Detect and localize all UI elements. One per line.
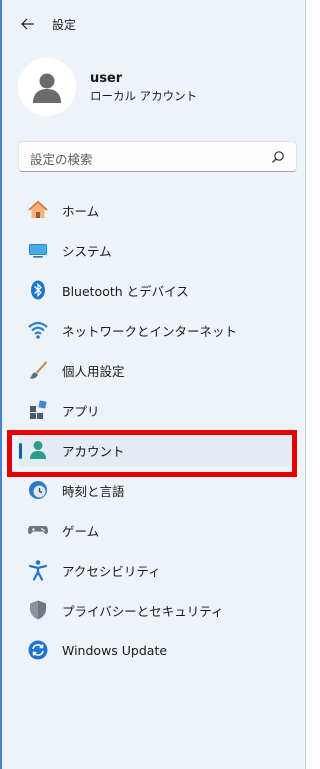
avatar xyxy=(18,58,76,116)
nav-label: ホーム xyxy=(62,203,100,219)
user-profile[interactable]: user ローカル アカウント xyxy=(18,57,197,117)
nav-label: システム xyxy=(62,243,112,259)
nav-item-personalization[interactable]: 個人用設定 xyxy=(18,353,295,387)
wifi-icon xyxy=(27,319,49,341)
nav-item-privacy-security[interactable]: プライバシーとセキュリティ xyxy=(18,593,295,627)
nav-label: アプリ xyxy=(62,403,100,419)
back-arrow-icon xyxy=(21,18,34,30)
nav-label: Bluetooth とデバイス xyxy=(62,283,189,299)
home-icon xyxy=(27,199,49,221)
search-icon xyxy=(272,151,284,163)
account-type: ローカル アカウント xyxy=(90,89,198,103)
nav-item-accounts[interactable]: アカウント xyxy=(18,433,295,467)
gamepad-icon xyxy=(27,519,49,541)
search-box[interactable]: 設定の検索 xyxy=(18,141,297,172)
nav-label: ゲーム xyxy=(62,523,100,539)
user-name: user xyxy=(90,71,123,86)
account-icon xyxy=(27,439,49,461)
back-button[interactable] xyxy=(18,14,38,34)
person-icon xyxy=(33,73,61,103)
nav-item-bluetooth[interactable]: Bluetooth とデバイス xyxy=(18,273,295,307)
nav-label: Windows Update xyxy=(62,642,168,658)
nav-item-system[interactable]: システム xyxy=(18,233,295,267)
nav-item-gaming[interactable]: ゲーム xyxy=(18,513,295,547)
nav-label: ネットワークとインターネット xyxy=(62,323,238,339)
update-icon xyxy=(27,639,49,661)
nav-item-windows-update[interactable]: Windows Update xyxy=(18,633,295,667)
nav-label: プライバシーとセキュリティ xyxy=(62,603,224,619)
accessibility-icon xyxy=(27,559,49,581)
nav-item-time-language[interactable]: 時刻と言語 xyxy=(18,473,295,507)
settings-window: 設定 user ローカル アカウント 設定の検索 ホーム システム Blueto… xyxy=(0,0,306,769)
nav-item-apps[interactable]: アプリ xyxy=(18,393,295,427)
window-title: 設定 xyxy=(52,18,77,32)
nav-list: ホーム システム Bluetooth とデバイス ネットワークとインターネット … xyxy=(18,193,295,673)
selection-indicator xyxy=(19,443,22,459)
bluetooth-icon xyxy=(27,279,49,301)
search-input[interactable]: 設定の検索 xyxy=(30,149,93,168)
apps-icon xyxy=(27,399,49,421)
system-icon xyxy=(27,239,49,261)
nav-item-accessibility[interactable]: アクセシビリティ xyxy=(18,553,295,587)
nav-label: アクセシビリティ xyxy=(62,563,161,579)
nav-item-network[interactable]: ネットワークとインターネット xyxy=(18,313,295,347)
nav-label: 個人用設定 xyxy=(62,363,125,379)
brush-icon xyxy=(27,359,49,381)
nav-label: 時刻と言語 xyxy=(62,483,125,499)
time-language-icon xyxy=(27,479,49,501)
title-bar: 設定 xyxy=(2,0,305,46)
shield-icon xyxy=(27,599,49,621)
nav-item-home[interactable]: ホーム xyxy=(18,193,295,227)
nav-label: アカウント xyxy=(62,443,125,459)
